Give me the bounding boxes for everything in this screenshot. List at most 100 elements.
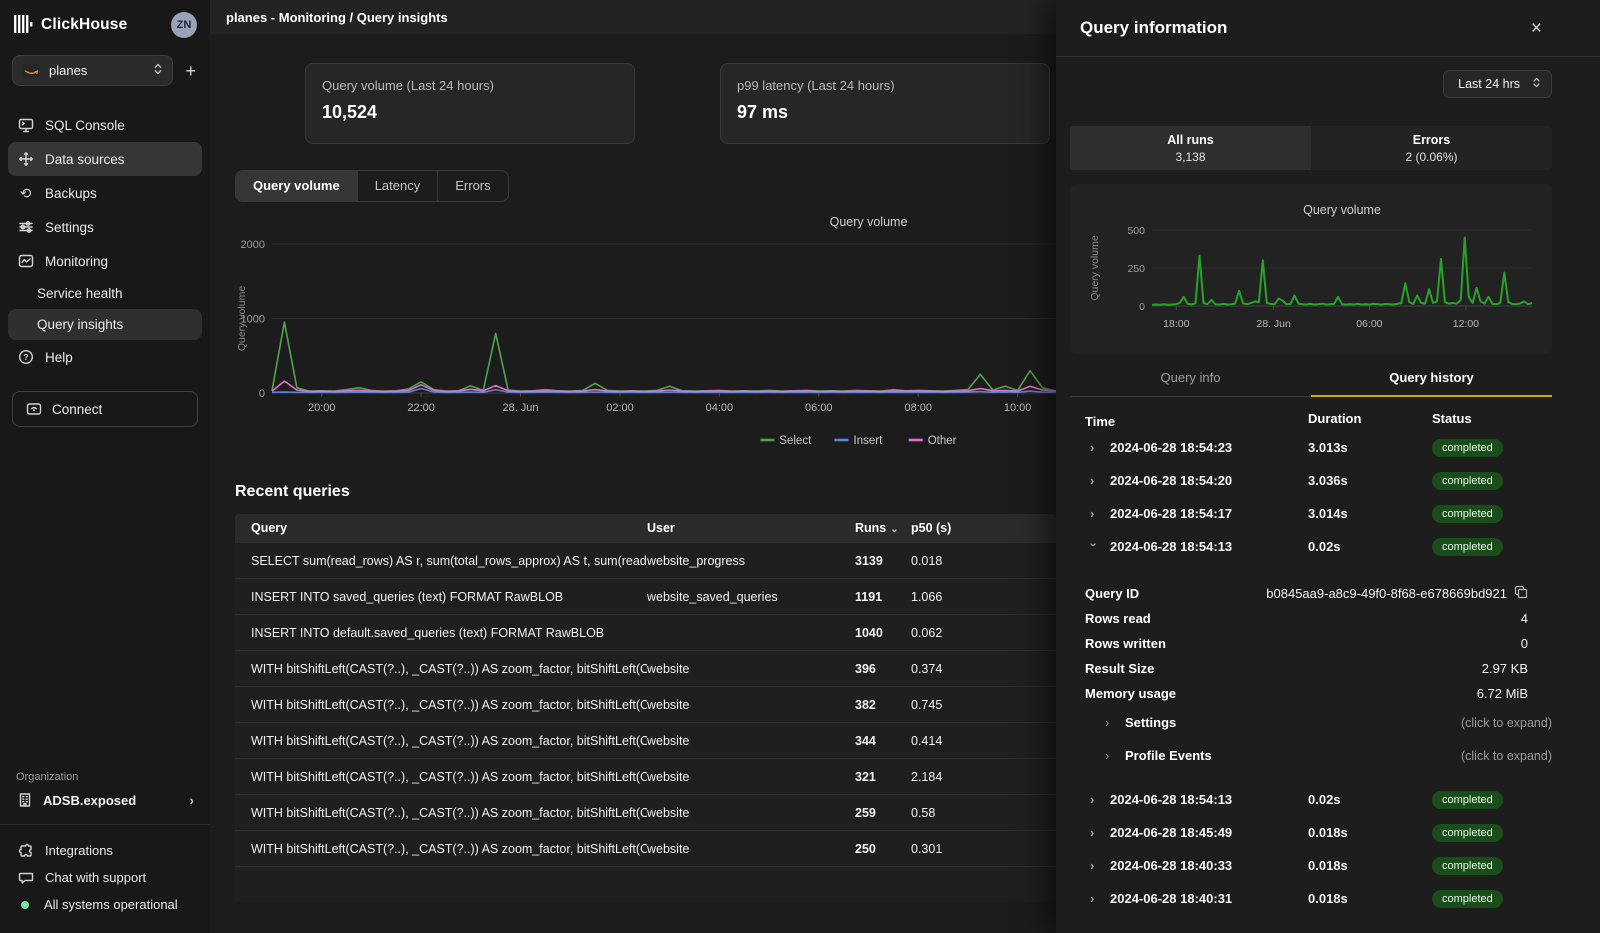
cell-runs: 3139 (855, 554, 911, 568)
table-row[interactable]: INSERT INTO default.saved_queries (text)… (235, 614, 1056, 650)
footer-item-label: Integrations (45, 843, 113, 858)
chevron-down-icon[interactable]: › (1087, 543, 1102, 551)
svg-text:Query volume: Query volume (1089, 235, 1101, 301)
cell-status: completed (1432, 857, 1552, 875)
metric-title: p99 latency (Last 24 hours) (737, 78, 1033, 93)
svg-text:22:00: 22:00 (407, 402, 435, 414)
time-range-select[interactable]: Last 24 hrs (1443, 70, 1552, 98)
sliders-icon (17, 219, 34, 235)
tab-query-history[interactable]: Query history (1311, 370, 1552, 397)
expander-hint: (click to expand) (1461, 749, 1552, 763)
cell-runs: 321 (855, 770, 911, 784)
sidebar-item-settings[interactable]: Settings (8, 210, 202, 244)
detail-label: Result Size (1070, 661, 1154, 676)
table-row[interactable]: WITH bitShiftLeft(CAST(?..), _CAST(?..))… (235, 830, 1056, 866)
cell-runs: 1040 (855, 626, 911, 640)
chevron-right-icon[interactable]: › (1090, 792, 1098, 807)
detail-expander[interactable]: ›Profile Events(click to expand) (1070, 739, 1552, 772)
history-row[interactable]: ›2024-06-28 18:54:203.036scompleted (1070, 464, 1552, 497)
time-value: 2024-06-28 18:40:31 (1110, 891, 1232, 906)
history-row[interactable]: ›2024-06-28 18:40:330.018scompleted (1070, 849, 1552, 882)
recent-queries-title: Recent queries (235, 483, 1056, 501)
svg-text:Select: Select (779, 435, 812, 447)
svg-text:Query volume: Query volume (236, 286, 248, 352)
sidebar-item-service-health[interactable]: Service health (8, 278, 202, 309)
tab-latency[interactable]: Latency (357, 171, 438, 201)
sidebar-item-integrations[interactable]: Integrations (8, 837, 202, 864)
system-status-item[interactable]: All systems operational (8, 891, 202, 918)
cell-query: WITH bitShiftLeft(CAST(?..), _CAST(?..))… (235, 842, 647, 856)
history-row[interactable]: ›2024-06-28 18:54:233.013scompleted (1070, 431, 1552, 464)
time-value: 2024-06-28 18:45:49 (1110, 825, 1232, 840)
sidebar-item-monitoring[interactable]: Monitoring (8, 244, 202, 278)
detail-value: b0845aa9-a8c9-49f0-8f68-e678669bd921 (1266, 585, 1552, 602)
sidebar-header: ClickHouse ZN (0, 0, 210, 46)
user-avatar[interactable]: ZN (171, 12, 197, 38)
sidebar-item-backups[interactable]: ⟲ Backups (8, 176, 202, 210)
chevron-right-icon[interactable]: › (1090, 473, 1098, 488)
service-selector[interactable]: planes (12, 55, 173, 86)
table-row[interactable]: INSERT INTO saved_queries (text) FORMAT … (235, 578, 1056, 614)
connect-button[interactable]: Connect (12, 391, 198, 427)
history-row[interactable]: ›2024-06-28 18:54:130.02scompleted (1070, 783, 1552, 816)
cell-user: website (647, 806, 855, 820)
tab-errors[interactable]: Errors (437, 171, 507, 201)
cell-status: completed (1432, 791, 1552, 809)
series-query volume (1152, 238, 1532, 305)
table-row[interactable]: WITH bitShiftLeft(CAST(?..), _CAST(?..))… (235, 686, 1056, 722)
column-p50[interactable]: p50 (s) (911, 521, 1056, 535)
column-duration: Duration (1308, 411, 1432, 431)
detail-expander[interactable]: ›Settings(click to expand) (1070, 706, 1552, 739)
sidebar-item-help[interactable]: ? Help (8, 340, 202, 374)
tab-query-info[interactable]: Query info (1070, 370, 1311, 396)
table-row[interactable]: WITH bitShiftLeft(CAST(?..), _CAST(?..))… (235, 650, 1056, 686)
sidebar-item-query-insights[interactable]: Query insights (8, 309, 202, 340)
history-rows-top: ›2024-06-28 18:54:233.013scompleted›2024… (1070, 431, 1552, 563)
detail-value-text: 2.97 KB (1482, 661, 1528, 676)
history-row[interactable]: ›2024-06-28 18:45:490.018scompleted (1070, 816, 1552, 849)
sidebar-item-data-sources[interactable]: Data sources (8, 142, 202, 176)
detail-row: Memory usage6.72 MiB (1070, 681, 1552, 706)
segment-errors[interactable]: Errors 2 (0.06%) (1311, 126, 1552, 170)
table-row[interactable]: WITH bitShiftLeft(CAST(?..), _CAST(?..))… (235, 794, 1056, 830)
sidebar-item-sql-console[interactable]: SQL Console (8, 108, 202, 142)
puzzle-icon (17, 843, 34, 859)
history-row[interactable]: ›2024-06-28 18:54:173.014scompleted (1070, 497, 1552, 530)
column-user[interactable]: User (647, 521, 855, 535)
copy-icon[interactable] (1514, 585, 1528, 602)
sidebar-item-chat-support[interactable]: Chat with support (8, 864, 202, 891)
segment-all-runs[interactable]: All runs 3,138 (1070, 126, 1311, 170)
cell-time: › 2024-06-28 18:54:13 (1070, 539, 1308, 554)
column-query[interactable]: Query (235, 521, 647, 535)
cell-p50: 0.374 (911, 662, 1056, 676)
svg-text:Insert: Insert (854, 435, 884, 447)
tab-query-volume[interactable]: Query volume (236, 171, 357, 201)
chevron-right-icon[interactable]: › (1090, 891, 1098, 906)
history-row[interactable]: ›2024-06-28 18:40:310.018scompleted (1070, 882, 1552, 915)
cell-query: SELECT sum(read_rows) AS r, sum(total_ro… (235, 554, 647, 568)
table-row[interactable]: WITH bitShiftLeft(CAST(?..), _CAST(?..))… (235, 758, 1056, 794)
sidebar-item-label: Settings (45, 220, 94, 235)
chevron-right-icon[interactable]: › (1090, 825, 1098, 840)
time-value: 2024-06-28 18:54:13 (1110, 539, 1232, 554)
chevron-right-icon[interactable]: › (1090, 440, 1098, 455)
clickhouse-logo-icon (14, 15, 33, 36)
table-row[interactable]: SELECT sum(read_rows) AS r, sum(total_ro… (235, 542, 1056, 578)
organization-switcher[interactable]: ADSB.exposed › (0, 792, 210, 824)
sidebar-item-label: Backups (45, 186, 97, 201)
chevron-right-icon[interactable]: › (1090, 506, 1098, 521)
time-value: 2024-06-28 18:54:20 (1110, 473, 1232, 488)
detail-value-text: 6.72 MiB (1477, 686, 1528, 701)
table-row[interactable]: WITH bitShiftLeft(CAST(?..), _CAST(?..))… (235, 722, 1056, 758)
sidebar: ClickHouse ZN planes + SQL Console Data … (0, 0, 210, 933)
column-runs[interactable]: Runs⌄ (855, 521, 911, 535)
chevron-right-icon[interactable]: › (1090, 858, 1098, 873)
add-service-button[interactable]: + (185, 62, 196, 80)
cell-duration: 0.018s (1308, 825, 1432, 840)
sidebar-item-label: SQL Console (45, 118, 125, 133)
cell-duration: 3.036s (1308, 473, 1432, 488)
history-row[interactable]: ›2024-06-28 18:54:130.02scompleted (1070, 530, 1552, 563)
expander-label: Profile Events (1125, 748, 1212, 763)
svg-text:Query volume: Query volume (1303, 203, 1381, 217)
close-icon[interactable]: × (1531, 19, 1542, 38)
